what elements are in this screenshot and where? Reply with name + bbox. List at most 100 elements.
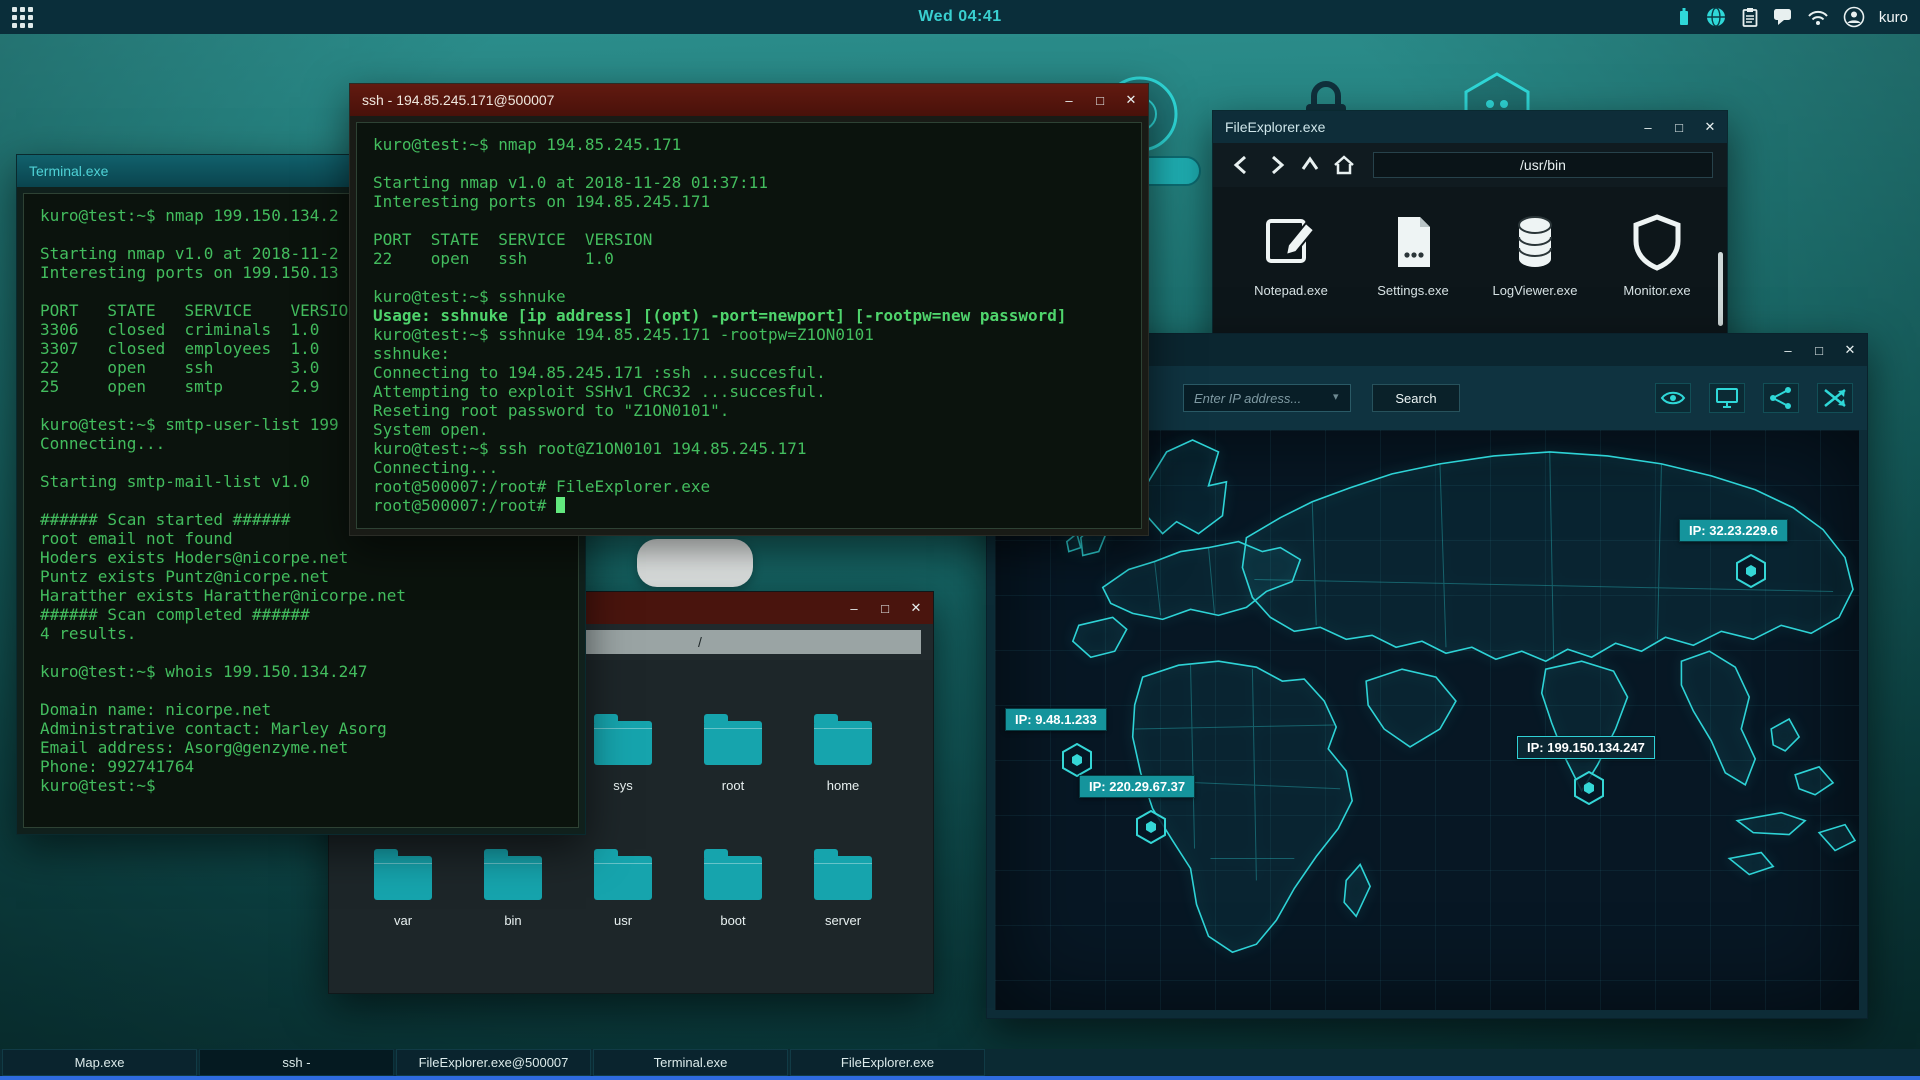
settings-icon [1398, 217, 1430, 267]
terminal-line: PORT STATE SERVICE VERSION [373, 230, 653, 249]
terminal-line: Administrative contact: Marley Asorg [40, 719, 387, 738]
folder-icon [814, 714, 872, 765]
terminal-line: Connecting... [373, 458, 499, 477]
map-marker[interactable]: IP: 199.150.134.247 [1517, 736, 1655, 805]
up-icon[interactable] [1295, 150, 1325, 180]
ssh-titlebar[interactable]: ssh - 194.85.245.171@500007 – □ ✕ [350, 84, 1148, 116]
wifi-icon[interactable] [1807, 8, 1829, 26]
window-title: Terminal.exe [29, 163, 109, 179]
taskbar-item[interactable]: Terminal.exe [593, 1049, 788, 1076]
display-icon[interactable] [1709, 383, 1745, 413]
folder-icon [814, 849, 872, 900]
prompt-text: root@500007:/root# [373, 496, 557, 515]
ip-label: IP: 199.150.134.247 [1517, 736, 1655, 759]
map-marker[interactable]: IP: 220.29.67.37 [1079, 775, 1196, 844]
maximize-button[interactable]: □ [878, 601, 892, 616]
back-icon[interactable] [1227, 150, 1257, 180]
desktop: FileExplorer.exe – □ ✕ /usr/bin Notepad.… [0, 0, 1920, 1080]
terminal-line: sshnuke: [373, 344, 451, 363]
taskbar-accent-line [0, 1076, 1920, 1080]
globe-icon[interactable] [1705, 6, 1727, 28]
taskbar-item[interactable]: Map.exe [2, 1049, 197, 1076]
terminal-line: Phone: 992741764 [40, 757, 195, 776]
topbar: Wed 04:41 kuro [0, 0, 1920, 34]
minimize-button[interactable]: – [1781, 343, 1795, 358]
folder-item[interactable]: server [788, 849, 898, 928]
folder-icon [484, 849, 542, 900]
scrollbar-thumb[interactable] [1718, 252, 1723, 326]
file-item-settings[interactable]: Settings.exe [1357, 213, 1469, 298]
terminal-line: Reseting root password to "Z1ON0101". [373, 401, 730, 420]
ip-address-input[interactable] [1183, 384, 1351, 412]
ssh-terminal-output[interactable]: kuro@test:~$ nmap 194.85.245.171 Starting… [356, 122, 1142, 529]
folder-label: var [393, 913, 413, 928]
node-hexagon-icon[interactable] [1060, 743, 1094, 777]
share-icon[interactable] [1763, 383, 1799, 413]
shuffle-icon[interactable] [1817, 383, 1853, 413]
folder-item[interactable]: var [348, 849, 458, 928]
folder-item[interactable]: bin [458, 849, 568, 928]
explorer-navbar: /usr/bin [1213, 143, 1727, 187]
clipboard-icon[interactable] [1741, 6, 1759, 28]
taskbar-item-label: Map.exe [74, 1055, 125, 1070]
file-label: Settings.exe [1377, 283, 1449, 298]
taskbar-item[interactable]: FileExplorer.exe [790, 1049, 985, 1076]
taskbar-item[interactable]: FileExplorer.exe@500007 [396, 1049, 591, 1076]
file-item-notepad[interactable]: Notepad.exe [1235, 213, 1347, 298]
terminal-line: root@500007:/root# FileExplorer.exe [373, 477, 711, 496]
maximize-button[interactable]: □ [1093, 93, 1107, 108]
folder-label: server [824, 913, 862, 928]
terminal-line: kuro@test:~$ sshnuke 194.85.245.171 -roo… [373, 325, 874, 344]
battery-icon[interactable] [1677, 6, 1691, 28]
folder-item[interactable]: home [788, 714, 898, 793]
folder-icon [594, 849, 652, 900]
terminal-line: Haratther exists Haratther@nicorpe.net [40, 586, 407, 605]
minimize-button[interactable]: – [1641, 120, 1655, 135]
terminal-line: Connecting to 194.85.245.171 :ssh ...suc… [373, 363, 826, 382]
terminal-line: kuro@test:~$ whois 199.150.134.247 [40, 662, 368, 681]
file-item-logviewer[interactable]: LogViewer.exe [1479, 213, 1591, 298]
folder-label: root [721, 778, 745, 793]
node-hexagon-icon[interactable] [1572, 771, 1606, 805]
forward-icon[interactable] [1261, 150, 1291, 180]
apps-grid-icon[interactable] [12, 6, 33, 28]
folder-item[interactable]: root [678, 714, 788, 793]
taskbar-item[interactable]: ssh - [199, 1049, 394, 1076]
map-marker[interactable]: IP: 32.23.229.6 [1679, 519, 1788, 588]
chat-icon[interactable] [1773, 7, 1793, 27]
minimize-button[interactable]: – [1062, 93, 1076, 108]
prompt-line: root@500007:/root# [373, 496, 1125, 515]
close-button[interactable]: ✕ [1124, 92, 1138, 108]
folder-icon [374, 849, 432, 900]
address-bar[interactable]: /usr/bin [1373, 152, 1713, 178]
monitor-shield-icon [1633, 214, 1681, 271]
minimize-button[interactable]: – [847, 601, 861, 616]
terminal-line: kuro@test:~$ nmap 194.85.245.171 [373, 135, 682, 154]
search-button[interactable]: Search [1372, 384, 1460, 412]
eye-icon[interactable] [1655, 383, 1691, 413]
node-hexagon-icon[interactable] [1734, 554, 1768, 588]
close-button[interactable]: ✕ [909, 600, 923, 616]
fileexplorer-bin-titlebar[interactable]: FileExplorer.exe – □ ✕ [1213, 111, 1727, 143]
taskbar: Map.exe ssh - FileExplorer.exe@500007 Te… [0, 1049, 1920, 1076]
node-hexagon-icon[interactable] [1134, 810, 1168, 844]
maximize-button[interactable]: □ [1812, 343, 1826, 358]
close-button[interactable]: ✕ [1703, 119, 1717, 135]
username: kuro [1878, 8, 1908, 26]
taskbar-item-label: FileExplorer.exe [840, 1055, 935, 1070]
ip-label: IP: 220.29.67.37 [1079, 775, 1196, 798]
folder-item[interactable]: usr [568, 849, 678, 928]
system-tray: kuro [1677, 6, 1908, 28]
file-label: Monitor.exe [1623, 283, 1691, 298]
close-button[interactable]: ✕ [1843, 342, 1857, 358]
file-item-monitor[interactable]: Monitor.exe [1601, 213, 1713, 298]
home-icon[interactable] [1329, 150, 1359, 180]
map-marker[interactable]: IP: 9.48.1.233 [1005, 708, 1107, 777]
window-title: FileExplorer.exe [1225, 119, 1326, 135]
terminal-line: kuro@test:~$ [40, 776, 156, 795]
maximize-button[interactable]: □ [1672, 120, 1686, 135]
user-avatar-icon[interactable] [1843, 6, 1865, 28]
folder-item[interactable]: boot [678, 849, 788, 928]
